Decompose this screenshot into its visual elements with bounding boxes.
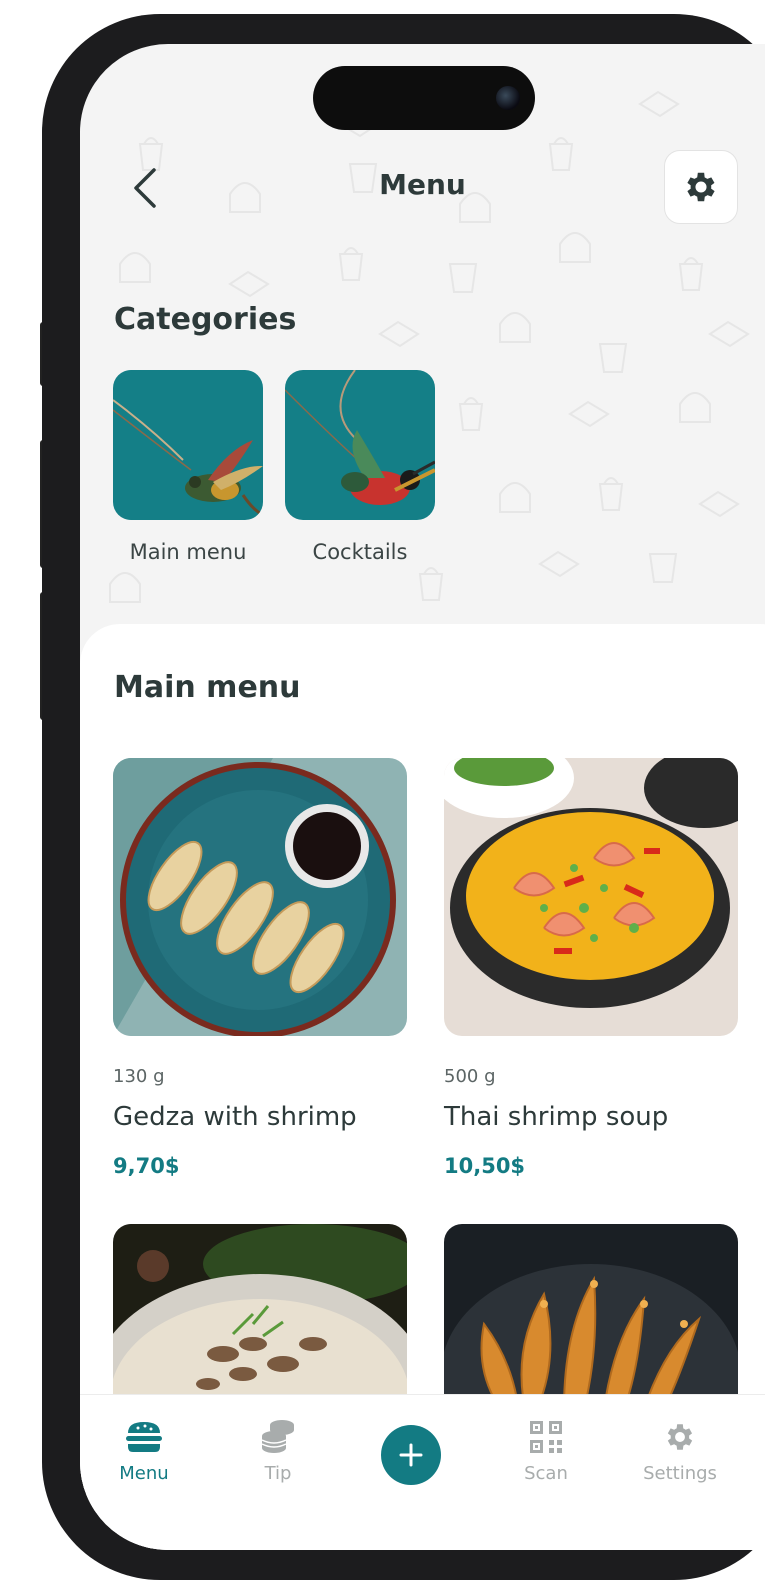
dish-weight: 500 g bbox=[444, 1066, 496, 1087]
dish-photo bbox=[444, 758, 738, 1036]
category-card-cocktails[interactable] bbox=[285, 370, 435, 520]
front-camera bbox=[496, 86, 520, 110]
dish-name: Thai shrimp soup bbox=[444, 1102, 669, 1132]
dish-image-gyoza[interactable] bbox=[113, 758, 407, 1036]
category-card-main-menu[interactable] bbox=[113, 370, 263, 520]
tab-label: Scan bbox=[524, 1463, 568, 1484]
gear-icon bbox=[667, 1424, 693, 1450]
category-label: Cocktails bbox=[312, 540, 408, 564]
dish-weight: 130 g bbox=[113, 1066, 165, 1087]
hummingbird-illustration bbox=[113, 399, 263, 517]
tab-tip[interactable]: Tip bbox=[228, 1417, 328, 1484]
tab-scan[interactable]: Scan bbox=[496, 1417, 596, 1484]
settings-button[interactable] bbox=[664, 150, 738, 224]
bottom-tab-bar: Menu Tip Scan Settings bbox=[80, 1394, 765, 1550]
gear-icon bbox=[687, 172, 715, 202]
categories-title: Categories bbox=[114, 302, 297, 337]
tab-label: Menu bbox=[119, 1463, 169, 1484]
tab-settings[interactable]: Settings bbox=[630, 1417, 730, 1484]
coins-icon bbox=[261, 1420, 294, 1453]
add-button[interactable] bbox=[381, 1425, 441, 1485]
page-title: Menu bbox=[379, 168, 466, 201]
dish-price: 9,70$ bbox=[113, 1154, 180, 1178]
dish-price: 10,50$ bbox=[444, 1154, 526, 1178]
app-screen: Menu Categories Main menu Cocktails Main… bbox=[80, 44, 765, 1550]
qr-code-icon bbox=[530, 1421, 562, 1453]
dish-image-thai-soup[interactable] bbox=[444, 758, 738, 1036]
tab-menu[interactable]: Menu bbox=[94, 1417, 194, 1484]
tab-label: Settings bbox=[643, 1463, 717, 1484]
main-menu-title: Main menu bbox=[114, 670, 301, 705]
burger-icon bbox=[126, 1422, 162, 1452]
tab-label: Tip bbox=[264, 1463, 292, 1484]
category-label: Main menu bbox=[129, 540, 247, 564]
dish-photo bbox=[113, 758, 407, 1036]
hummingbird-illustration bbox=[285, 370, 435, 505]
plus-icon bbox=[399, 1443, 423, 1467]
dish-name: Gedza with shrimp bbox=[113, 1102, 357, 1132]
